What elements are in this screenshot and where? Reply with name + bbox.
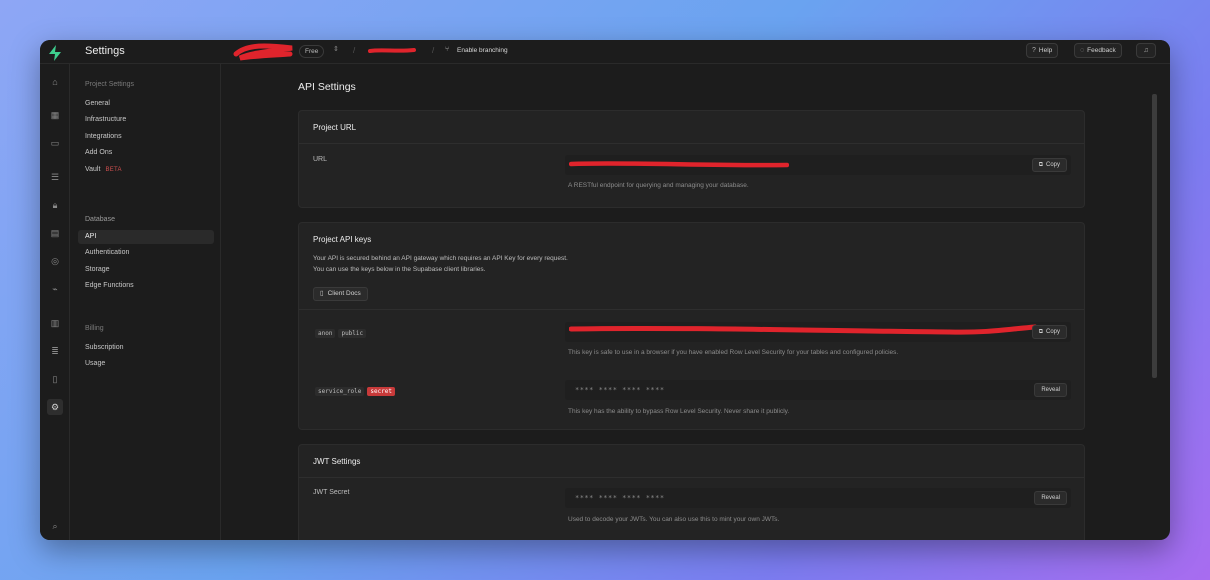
copy-label: Copy	[1045, 162, 1060, 168]
help-circle-icon: ?	[1032, 47, 1036, 54]
url-field[interactable]: ⧉ Copy	[565, 155, 1071, 175]
auth-icon[interactable]: 🔒︎	[47, 197, 63, 213]
redacted-org-name	[233, 43, 293, 61]
notifications-button[interactable]: ♫	[1136, 43, 1156, 58]
sidebar-item-authentication[interactable]: Authentication	[85, 249, 129, 256]
copy-url-button[interactable]: ⧉ Copy	[1031, 158, 1067, 172]
url-label: URL	[313, 156, 328, 163]
plan-badge[interactable]: Free	[299, 45, 325, 58]
client-docs-label: Client Docs	[327, 290, 361, 297]
storage-icon[interactable]: ▤	[47, 225, 63, 241]
url-help-text: A RESTful endpoint for querying and mana…	[568, 182, 749, 189]
secret-tag: secret	[367, 387, 396, 396]
redacted-project-name	[368, 48, 416, 53]
card-title: JWT Settings	[313, 457, 361, 466]
sidebar-heading-database: Database	[85, 216, 115, 223]
jwt-secret-help-text: Used to decode your JWTs. You can also u…	[568, 516, 780, 523]
table-editor-icon[interactable]: ▦	[47, 107, 63, 123]
feedback-button[interactable]: ◌ Feedback	[1074, 43, 1122, 58]
vault-label: Vault	[85, 166, 101, 173]
sidebar-item-vault[interactable]: Vault BETA	[85, 166, 122, 173]
anon-key-tags: anon public	[315, 322, 369, 340]
enable-branching-button[interactable]: Enable branching	[457, 47, 508, 54]
card-title: Project URL	[313, 123, 357, 132]
public-tag: public	[338, 329, 367, 338]
help-label: Help	[1038, 47, 1053, 54]
sidebar-heading-billing: Billing	[85, 325, 104, 332]
sidebar-item-integrations[interactable]: Integrations	[85, 133, 122, 140]
anon-key-help-text: This key is safe to use in a browser if …	[568, 349, 899, 356]
anon-tag: anon	[315, 329, 336, 338]
home-icon[interactable]: ⌂	[47, 74, 63, 90]
jwt-secret-field[interactable]: **** **** **** **** Reveal	[565, 488, 1071, 508]
sidebar-item-infrastructure[interactable]: Infrastructure	[85, 116, 126, 123]
reveal-jwt-secret-button[interactable]: Reveal	[1034, 491, 1067, 505]
project-url-card: Project URL URL ⧉ Copy A RESTful endpoin…	[298, 110, 1085, 208]
breadcrumb-separator: /	[432, 46, 435, 55]
redacted-url	[569, 161, 789, 168]
sidebar-item-add-ons[interactable]: Add Ons	[85, 149, 112, 156]
anon-key-field[interactable]: ⧉ Copy	[565, 322, 1071, 342]
api-keys-card: Project API keys Your API is secured beh…	[298, 222, 1085, 430]
beta-badge: BETA	[105, 167, 122, 173]
breadcrumb-separator: /	[353, 46, 356, 55]
project-switcher-chevron-icon[interactable]: ⇕	[333, 45, 339, 53]
app-window: Settings Free ⇕ / / ⑂ Enable branching ?…	[40, 40, 1170, 540]
scrollbar[interactable]	[1152, 94, 1157, 378]
settings-sidebar: Project Settings General Infrastructure …	[71, 64, 221, 540]
supabase-logo-icon[interactable]	[48, 45, 62, 61]
help-button[interactable]: ? Help	[1026, 43, 1059, 58]
database-icon[interactable]: ☰	[47, 169, 63, 185]
jwt-settings-card: JWT Settings JWT Secret **** **** **** *…	[298, 444, 1085, 540]
search-icon[interactable]: ⌕	[47, 518, 63, 534]
api-keys-description-line2: You can use the keys below in the Supaba…	[313, 266, 486, 273]
copy-anon-key-button[interactable]: ⧉ Copy	[1031, 325, 1067, 339]
main-content: API Settings Project URL URL ⧉ Copy A RE…	[222, 64, 1160, 540]
sidebar-item-storage[interactable]: Storage	[85, 266, 110, 273]
page-title: API Settings	[298, 81, 356, 93]
icon-rail: ⌂ ▦ ▭ ☰ 🔒︎ ▤ ◎ ⌁ ▥ ≣ ▯ ⚙ ⌕	[40, 64, 70, 540]
settings-icon[interactable]: ⚙	[47, 399, 63, 415]
api-keys-description-line1: Your API is secured behind an API gatewa…	[313, 255, 568, 262]
sidebar-item-edge-functions[interactable]: Edge Functions	[85, 282, 134, 289]
masked-service-key: **** **** **** ****	[575, 386, 665, 394]
service-role-tags: service_role secret	[315, 380, 398, 398]
sidebar-heading-project-settings: Project Settings	[85, 81, 135, 88]
logs-icon[interactable]: ≣	[47, 343, 63, 359]
sidebar-item-general[interactable]: General	[85, 100, 110, 107]
masked-jwt-secret: **** **** **** ****	[575, 494, 665, 502]
app-title: Settings	[85, 45, 125, 57]
divider	[299, 477, 1084, 478]
divider	[299, 309, 1084, 310]
edge-functions-icon[interactable]: ⌁	[47, 281, 63, 297]
redacted-anon-key	[569, 324, 1038, 335]
sidebar-item-usage[interactable]: Usage	[85, 360, 105, 367]
message-icon: ◌	[1080, 47, 1085, 54]
service-role-key-field[interactable]: **** **** **** **** Reveal	[565, 380, 1071, 400]
copy-label: Copy	[1045, 329, 1060, 335]
divider	[299, 143, 1084, 144]
client-docs-button[interactable]: ▯ Client Docs	[313, 287, 368, 301]
book-icon: ▯	[320, 290, 324, 297]
sidebar-active-highlight	[78, 230, 214, 244]
jwt-secret-label: JWT Secret	[313, 489, 350, 496]
top-bar: Settings Free ⇕ / / ⑂ Enable branching ?…	[40, 40, 1170, 64]
realtime-icon[interactable]: ◎	[47, 253, 63, 269]
docs-icon[interactable]: ▯	[47, 371, 63, 387]
card-title: Project API keys	[313, 235, 372, 244]
reports-icon[interactable]: ▥	[47, 315, 63, 331]
service-role-help-text: This key has the ability to bypass Row L…	[568, 408, 790, 415]
reveal-service-key-button[interactable]: Reveal	[1034, 383, 1067, 397]
copy-icon: ⧉	[1038, 329, 1043, 335]
sidebar-item-api[interactable]: API	[85, 233, 96, 240]
feedback-label: Feedback	[1087, 47, 1116, 54]
copy-icon: ⧉	[1038, 162, 1043, 168]
sidebar-item-subscription[interactable]: Subscription	[85, 344, 124, 351]
service-role-tag: service_role	[315, 387, 365, 396]
git-branch-icon: ⑂	[445, 46, 450, 53]
sql-editor-icon[interactable]: ▭	[47, 135, 63, 151]
bell-icon: ♫	[1143, 47, 1149, 54]
